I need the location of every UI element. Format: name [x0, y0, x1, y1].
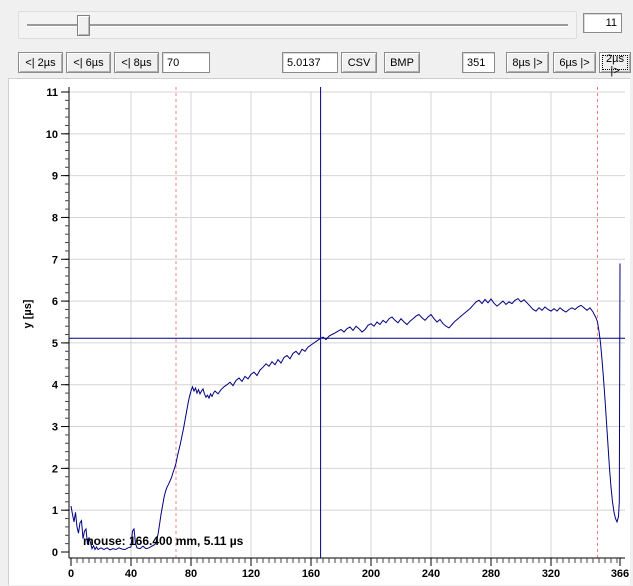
step-back-2us-button[interactable]: <| 2µs [18, 52, 63, 73]
y-tick-label: 8 [52, 212, 58, 224]
y-axis-title: y [µs] [22, 299, 34, 328]
x-tick-label: 80 [185, 568, 197, 580]
step-fwd-6us-button[interactable]: 6µs |> [553, 52, 596, 73]
step-back-8us-button[interactable]: <| 8µs [114, 52, 159, 73]
x-tick-label: 240 [422, 568, 440, 580]
mouse-position-label: mouse: 166.400 mm, 5.11 µs [83, 534, 244, 548]
waveform-chart[interactable]: 0 1 2 3 4 5 6 7 8 9 10 11 0 40 80 120 160 200 240 280 320 366… [9, 79, 631, 586]
x-tick-label: 120 [242, 568, 260, 580]
y-tick-label: 5 [52, 338, 58, 350]
start-position-field[interactable] [162, 52, 210, 73]
zoom-slider[interactable] [18, 11, 577, 39]
x-tick-label: 200 [362, 568, 380, 580]
x-tick-label: 320 [542, 568, 560, 580]
signal-curve [71, 264, 620, 550]
y-tick-label: 9 [52, 171, 58, 183]
step-fwd-8us-button[interactable]: 8µs |> [506, 52, 549, 73]
y-tick-label: 6 [52, 296, 58, 308]
end-position-field[interactable] [462, 52, 495, 73]
slider-track[interactable] [27, 24, 568, 27]
y-tick-label: 4 [52, 380, 59, 392]
x-tick-label: 0 [68, 568, 74, 580]
y-tick-label: 2 [52, 463, 58, 475]
y-tick-label: 1 [52, 505, 58, 517]
x-tick-label: 160 [302, 568, 320, 580]
y-tick-label: 0 [52, 547, 58, 559]
y-tick-label: 10 [46, 129, 58, 141]
threshold-value-field[interactable] [282, 52, 338, 73]
x-tick-label: 366 [611, 568, 629, 580]
slider-value-field[interactable] [583, 13, 622, 33]
y-tick-label: 11 [46, 87, 58, 99]
step-back-6us-button[interactable]: <| 6µs [66, 52, 111, 73]
waveform-chart-panel: 0 1 2 3 4 5 6 7 8 9 10 11 0 40 80 120 160 200 240 280 320 366… [8, 78, 630, 585]
step-fwd-2us-button[interactable]: 2µs |> [599, 52, 631, 73]
x-tick-label: 280 [482, 568, 500, 580]
y-tick-label: 7 [52, 254, 58, 266]
bmp-export-button[interactable]: BMP [384, 52, 420, 73]
x-tick-label: 40 [125, 568, 137, 580]
slider-thumb[interactable] [77, 15, 90, 36]
y-tick-label: 3 [52, 422, 58, 434]
csv-export-button[interactable]: CSV [341, 52, 377, 73]
